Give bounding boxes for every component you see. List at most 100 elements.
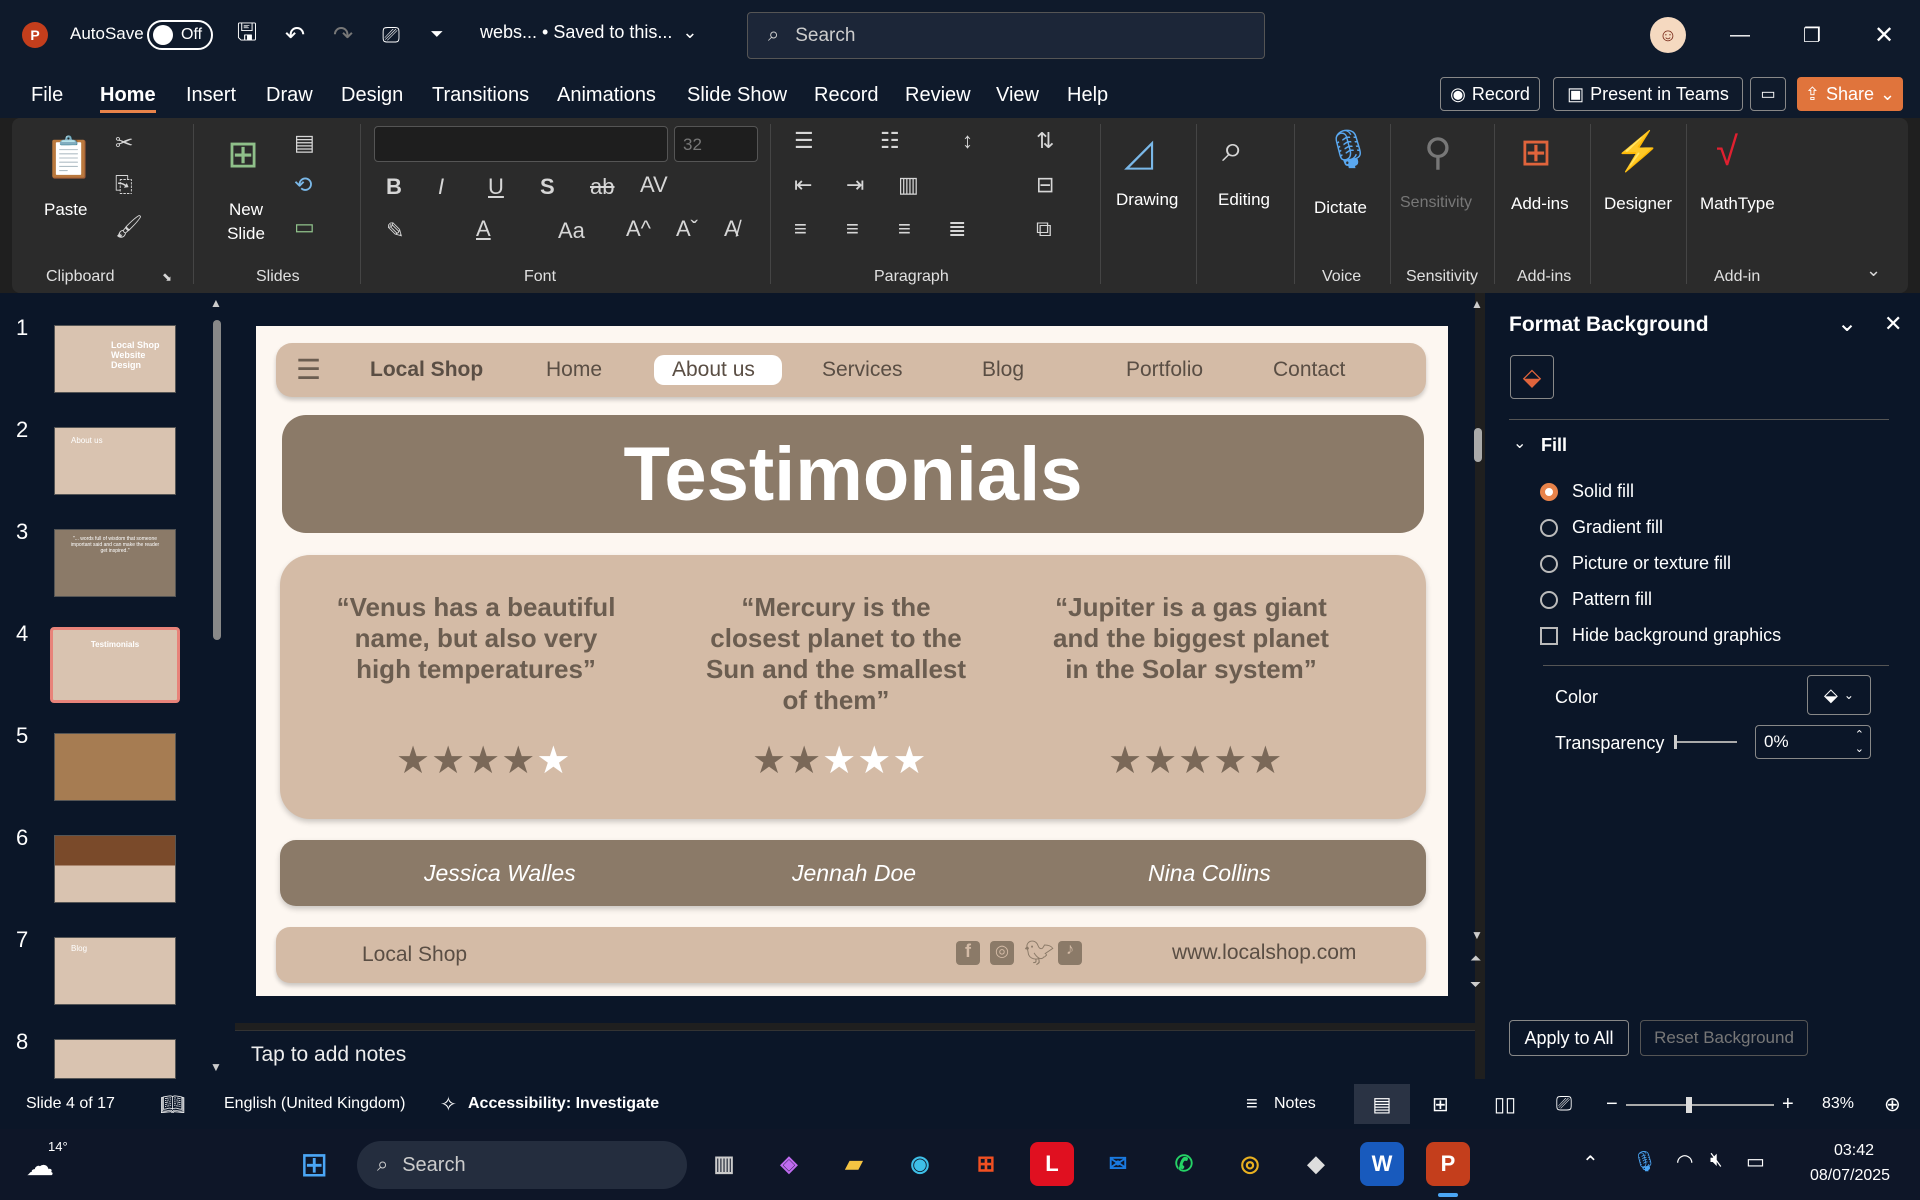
slide-thumbnail-5[interactable] xyxy=(54,733,176,801)
drawing-icon[interactable]: ◿ xyxy=(1124,130,1153,175)
whatsapp-icon[interactable]: ✆ xyxy=(1162,1142,1206,1186)
canvas-scrollbar[interactable] xyxy=(1474,428,1482,462)
mathtype-button[interactable]: MathType xyxy=(1700,194,1775,214)
accessibility-status[interactable]: Accessibility: Investigate xyxy=(468,1095,659,1113)
next-slide-icon[interactable]: ⏷ xyxy=(1470,976,1481,993)
sensitivity-button[interactable]: Sensitivity xyxy=(1400,194,1472,212)
close-icon[interactable]: ✕ xyxy=(1864,20,1904,50)
taskbar-search[interactable]: ⌕ Search xyxy=(357,1141,687,1189)
reading-view-icon[interactable]: ▯▯ xyxy=(1494,1092,1516,1117)
save-icon[interactable]: 🖫 xyxy=(232,19,262,50)
speaker-muted-icon[interactable]: 🔇︎ xyxy=(1710,1149,1723,1172)
autosave-toggle[interactable]: Off xyxy=(147,20,213,50)
present-in-teams-button[interactable]: ▣ Present in Teams xyxy=(1553,77,1743,111)
collapse-ribbon-icon[interactable]: ⌄ xyxy=(1866,260,1881,281)
align-left-icon[interactable]: ≡ xyxy=(794,216,807,242)
file-explorer-icon[interactable]: ▰ xyxy=(832,1142,876,1186)
designer-icon[interactable]: ⚡ xyxy=(1614,130,1661,174)
highlight-icon[interactable]: ✎ xyxy=(386,218,404,244)
sensitivity-icon[interactable]: ⚲ xyxy=(1424,130,1452,175)
clock-time[interactable]: 03:42 xyxy=(1834,1142,1874,1160)
paste-icon[interactable]: 📋 xyxy=(44,134,94,184)
tab-draw[interactable]: Draw xyxy=(266,84,313,107)
decrease-indent-icon[interactable]: ⇤ xyxy=(794,172,812,198)
notes-button[interactable]: Notes xyxy=(1274,1095,1316,1113)
chrome-icon[interactable]: ◎ xyxy=(1228,1142,1272,1186)
zoom-level[interactable]: 83% xyxy=(1822,1095,1854,1113)
mathtype-icon[interactable]: √ xyxy=(1716,130,1738,175)
slide-thumbnail-1[interactable]: Local Shop Website Design xyxy=(54,325,176,393)
solid-fill-radio[interactable]: Solid fill xyxy=(1540,481,1634,502)
share-button[interactable]: ⇪ Share ⌄ xyxy=(1797,77,1903,111)
app-cube-icon[interactable]: ◆ xyxy=(1294,1142,1338,1186)
slide-thumbnail-2[interactable]: About us xyxy=(54,427,176,495)
search-box[interactable]: ⌕ Search xyxy=(747,12,1265,59)
battery-icon[interactable]: ▭ xyxy=(1746,1149,1765,1174)
new-slide-button[interactable]: New Slide xyxy=(222,198,270,246)
comments-button[interactable]: ▭ xyxy=(1750,77,1786,111)
fill-tab-icon[interactable]: ⬙ xyxy=(1510,355,1554,399)
slide-thumbnail-7[interactable]: Blog xyxy=(54,937,176,1005)
start-icon[interactable]: ⊞ xyxy=(300,1145,329,1185)
notes-icon[interactable]: ≡ xyxy=(1246,1093,1258,1116)
tab-view[interactable]: View xyxy=(996,84,1039,107)
tab-review[interactable]: Review xyxy=(905,84,971,107)
thumbnail-scrollbar[interactable] xyxy=(213,320,221,640)
powerpoint-icon[interactable]: P xyxy=(1426,1142,1470,1186)
chevron-down-icon[interactable]: ⌄ xyxy=(1837,309,1857,338)
pattern-fill-radio[interactable]: Pattern fill xyxy=(1540,589,1652,610)
shadow-icon[interactable]: S xyxy=(540,174,555,200)
outlook-icon[interactable]: ✉ xyxy=(1096,1142,1140,1186)
align-text-icon[interactable]: ⊟ xyxy=(1036,172,1054,198)
fit-to-window-icon[interactable]: ⊕ xyxy=(1884,1092,1901,1117)
drawing-button[interactable]: Drawing xyxy=(1116,190,1178,210)
scroll-up-icon[interactable]: ▲ xyxy=(210,296,222,310)
add-ins-icon[interactable]: ⊞ xyxy=(1520,130,1552,175)
reset-icon[interactable]: ⟲ xyxy=(294,172,312,198)
slide-sorter-icon[interactable]: ⊞ xyxy=(1432,1092,1449,1117)
word-icon[interactable]: W xyxy=(1360,1142,1404,1186)
search-icon[interactable]: ⌕ xyxy=(1222,128,1243,171)
clear-formatting-icon[interactable]: A̸ xyxy=(724,216,739,242)
copy-icon[interactable]: ⎘ xyxy=(115,172,133,198)
transparency-slider[interactable] xyxy=(1674,735,1737,749)
font-family-select[interactable] xyxy=(374,126,668,162)
format-painter-icon[interactable]: 🖌 xyxy=(115,214,143,240)
redo-icon[interactable]: ↷ xyxy=(328,20,358,50)
character-spacing-icon[interactable]: AV xyxy=(640,172,668,198)
color-picker-button[interactable]: ⬙ ⌄ xyxy=(1807,675,1871,715)
zoom-out-icon[interactable]: − xyxy=(1606,1093,1618,1116)
slideshow-icon[interactable]: ⎚ xyxy=(1556,1093,1572,1116)
scroll-up-icon[interactable]: ▲ xyxy=(1471,297,1483,311)
clock-date[interactable]: 08/07/2025 xyxy=(1810,1167,1890,1185)
accessibility-icon[interactable]: ✧ xyxy=(440,1092,457,1117)
slide-thumbnail-8[interactable] xyxy=(54,1039,176,1079)
decrease-font-icon[interactable]: Aˇ xyxy=(676,216,698,242)
zoom-slider[interactable] xyxy=(1626,1097,1774,1113)
underline-icon[interactable]: U xyxy=(488,174,504,200)
strikethrough-icon[interactable]: ab xyxy=(590,174,614,200)
columns-icon[interactable]: ▥ xyxy=(898,172,919,198)
justify-icon[interactable]: ≣ xyxy=(948,216,966,242)
font-color-icon[interactable]: A xyxy=(476,216,491,242)
slider-thumb[interactable] xyxy=(1674,735,1677,749)
line-spacing-icon[interactable]: ↕ xyxy=(962,128,973,154)
cut-icon[interactable]: ✂ xyxy=(115,130,133,156)
apply-to-all-button[interactable]: Apply to All xyxy=(1509,1020,1629,1056)
tab-record[interactable]: Record xyxy=(814,84,878,107)
scroll-down-icon[interactable]: ▼ xyxy=(210,1060,222,1074)
tab-home[interactable]: Home xyxy=(100,84,156,107)
hide-background-checkbox[interactable]: Hide background graphics xyxy=(1540,625,1781,646)
normal-view-icon[interactable]: ▤ xyxy=(1354,1084,1410,1124)
numbering-icon[interactable]: ☷ xyxy=(880,128,900,154)
align-right-icon[interactable]: ≡ xyxy=(898,216,911,242)
center-icon[interactable]: ≡ xyxy=(846,216,859,242)
chevron-down-icon[interactable]: ⌄ xyxy=(1513,433,1526,453)
file-manager-icon[interactable]: ▥ xyxy=(702,1142,746,1186)
dictate-button[interactable]: Dictate xyxy=(1314,198,1367,218)
layout-icon[interactable]: ▤ xyxy=(294,130,315,156)
increase-indent-icon[interactable]: ⇥ xyxy=(846,172,864,198)
customize-toolbar-icon[interactable]: ⏷ xyxy=(426,20,448,50)
tab-help[interactable]: Help xyxy=(1067,84,1108,107)
app-l-icon[interactable]: L xyxy=(1030,1142,1074,1186)
